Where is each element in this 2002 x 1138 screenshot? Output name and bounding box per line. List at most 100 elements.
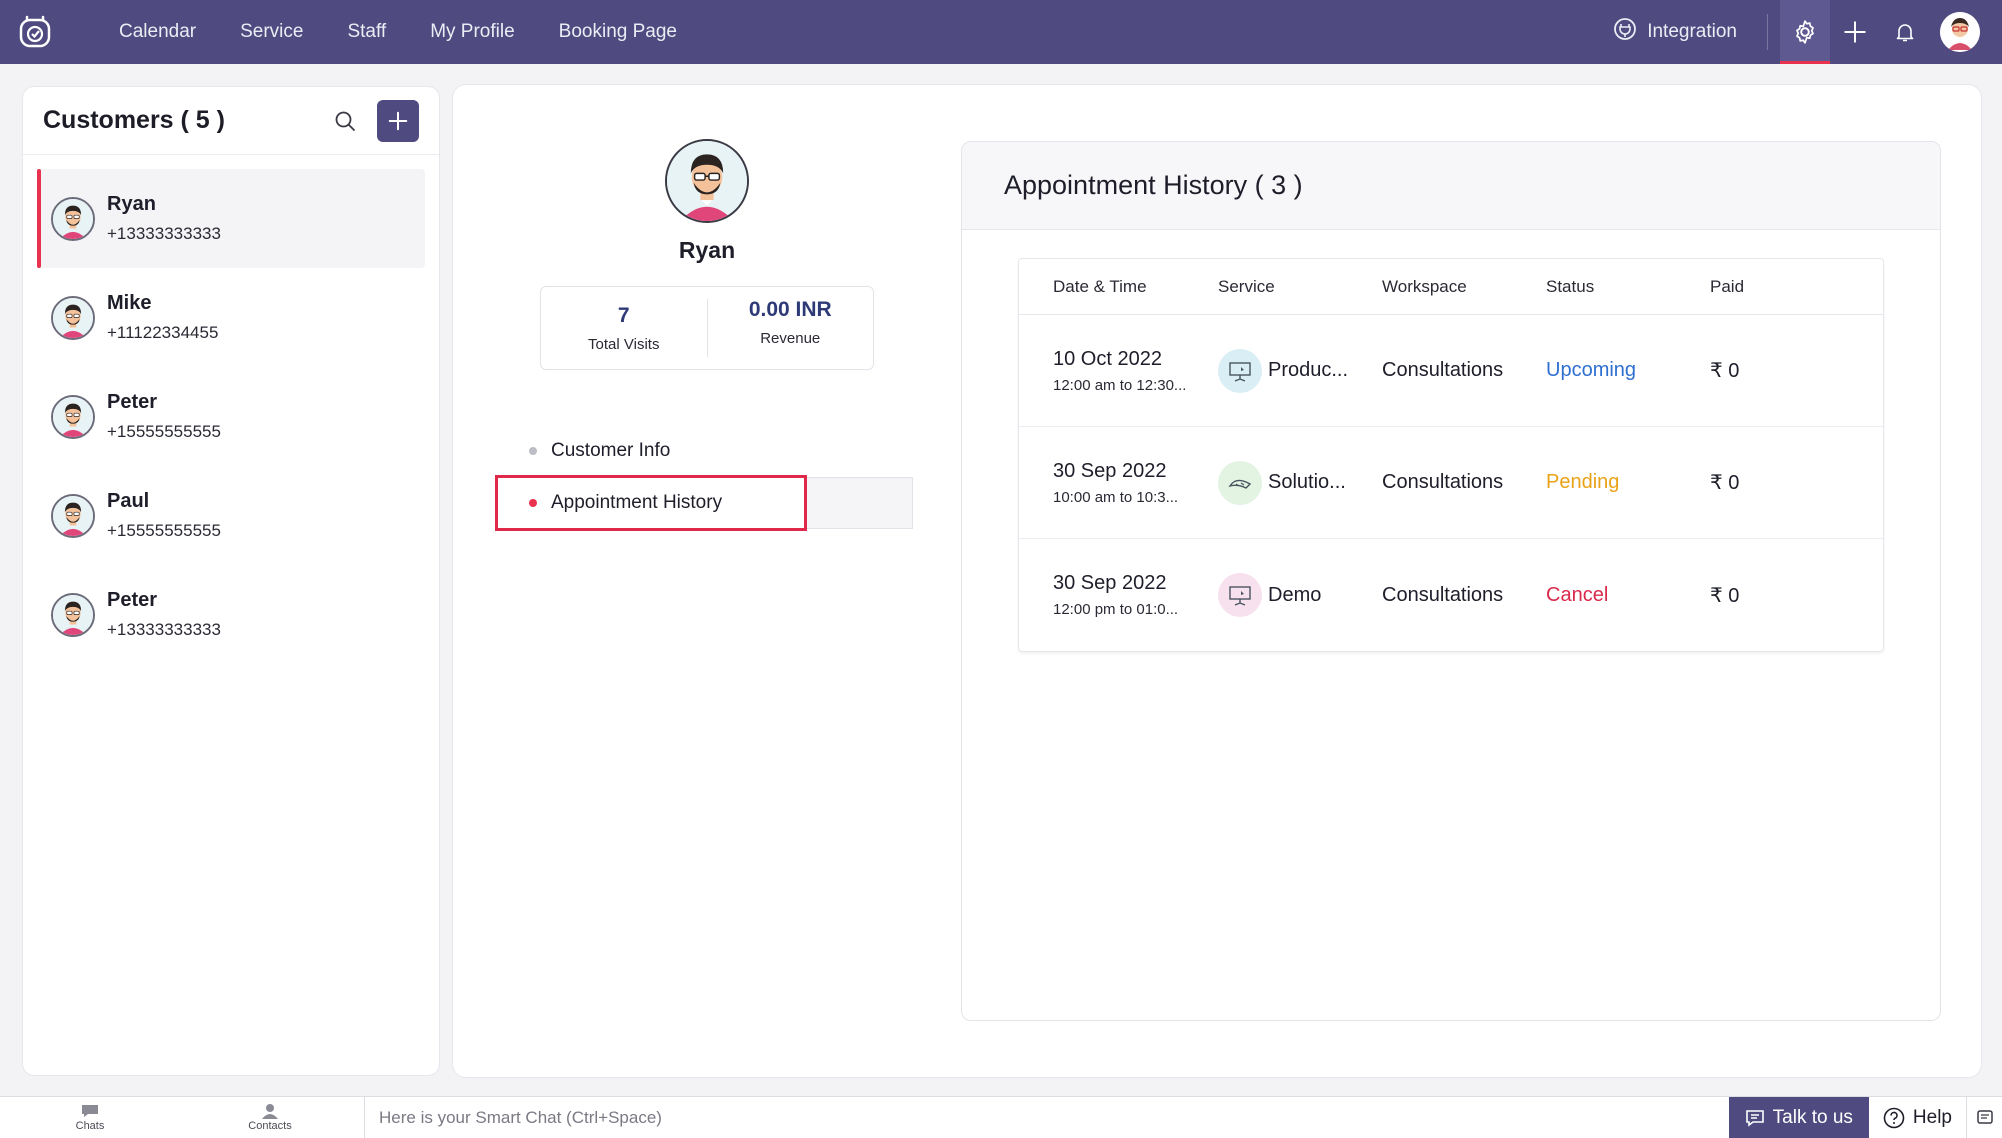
column-paid: Paid	[1710, 276, 1745, 296]
customer-item-phone: +13333333333	[107, 224, 221, 243]
customers-panel: Customers ( 5 ) Ryan +13333333333 Mike +111…	[22, 86, 440, 1076]
nav-my-profile[interactable]: My Profile	[408, 0, 536, 64]
cell-service: Demo	[1218, 573, 1382, 617]
service-presentation-icon	[1218, 348, 1262, 393]
help-button[interactable]: Help	[1869, 1097, 1966, 1138]
customer-item-phone: +15555555555	[107, 521, 221, 540]
table-row[interactable]: 10 Oct 2022 12:00 am to 12:30... Produc...…	[1019, 315, 1883, 427]
customer-avatar	[51, 394, 95, 439]
chats-tab[interactable]: Chats	[0, 1097, 180, 1138]
revenue-value: 0.00 INR	[748, 297, 832, 321]
app-logo-icon[interactable]	[15, 12, 55, 52]
appointment-time: 12:00 pm to 01:0...	[1053, 601, 1179, 618]
highlight-box	[495, 475, 807, 531]
column-date-time: Date & Time	[1053, 276, 1147, 296]
active-item-background	[805, 477, 913, 529]
topbar-actions: Integration	[1613, 0, 2002, 64]
cell-paid: ₹ 0	[1710, 472, 1740, 494]
column-workspace: Workspace	[1382, 276, 1467, 296]
customer-avatar	[51, 592, 95, 637]
customer-name: Ryan	[678, 237, 736, 263]
appointment-history-title: Appointment History ( 3 )	[1004, 170, 1303, 200]
user-avatar[interactable]	[1940, 12, 1980, 52]
column-status: Status	[1546, 276, 1595, 296]
total-visits-label: Total Visits	[588, 335, 660, 353]
customer-item-phone: +15555555555	[107, 422, 221, 441]
appointment-date: 30 Sep 2022	[1053, 572, 1167, 594]
customer-list-item[interactable]: Mike +11122334455	[37, 268, 425, 367]
status-badge: Cancel	[1546, 583, 1609, 606]
bell-icon	[1896, 24, 1914, 42]
contact-person-icon	[262, 1104, 278, 1119]
search-button[interactable]	[329, 105, 361, 137]
nav-staff[interactable]: Staff	[325, 0, 408, 64]
customer-item-phone: +11122334455	[107, 323, 219, 342]
status-badge: Pending	[1546, 471, 1620, 493]
service-presentation-icon	[1218, 460, 1262, 505]
contacts-label: Contacts	[248, 1120, 292, 1132]
nav-service[interactable]: Service	[218, 0, 325, 64]
appointment-time: 10:00 am to 10:3...	[1053, 488, 1179, 506]
revenue-label: Revenue	[760, 329, 821, 347]
talk-to-us-button[interactable]: Talk to us	[1728, 1096, 1869, 1138]
customer-item-name: Paul	[107, 490, 150, 512]
table-row[interactable]: 30 Sep 2022 12:00 pm to 01:0... Demo Consul…	[1019, 539, 1883, 651]
talk-to-us-label: Talk to us	[1772, 1106, 1853, 1128]
customer-stats: 7 Total Visits 0.00 INR Revenue	[540, 286, 874, 370]
appointment-table: Date & Time Service Workspace Status Pai…	[1018, 258, 1884, 652]
customer-text: Peter +15555555555	[107, 391, 221, 442]
customer-avatar	[51, 196, 95, 241]
bottom-bar: Chats Contacts Here is your Smart Chat (…	[0, 1096, 2002, 1138]
cell-paid: ₹ 0	[1710, 584, 1740, 607]
chats-label: Chats	[75, 1120, 105, 1132]
service-name: Demo	[1268, 583, 1322, 606]
customer-profile: Ryan 7 Total Visits 0.00 INR Revenue	[497, 139, 917, 370]
top-nav-bar: Calendar Service Staff My Profile Bookin…	[0, 0, 2002, 64]
notifications-button[interactable]	[1880, 0, 1930, 64]
settings-button[interactable]	[1780, 0, 1830, 64]
feedback-button[interactable]	[1966, 1096, 2002, 1138]
customer-item-name: Peter	[107, 391, 158, 413]
customer-list-item[interactable]: Peter +13333333333	[37, 565, 425, 664]
topbar-divider	[1767, 14, 1768, 50]
cell-paid: ₹ 0	[1710, 360, 1740, 382]
customer-item-name: Mike	[107, 292, 152, 314]
table-row[interactable]: 30 Sep 2022 10:00 am to 10:3... Solutio...…	[1019, 427, 1883, 539]
customers-title: Customers ( 5 )	[43, 106, 225, 134]
status-badge: Upcoming	[1546, 359, 1637, 381]
cell-date-time: 30 Sep 2022 10:00 am to 10:3...	[1019, 460, 1218, 506]
service-name: Produc...	[1268, 359, 1349, 381]
nav-calendar[interactable]: Calendar	[97, 0, 218, 64]
integration-label: Integration	[1647, 21, 1737, 42]
column-service: Service	[1218, 276, 1275, 296]
customer-text: Paul +15555555555	[107, 490, 221, 541]
appointment-date: 10 Oct 2022	[1053, 347, 1162, 370]
contacts-tab[interactable]: Contacts	[180, 1097, 360, 1138]
cell-date-time: 30 Sep 2022 12:00 pm to 01:0...	[1019, 572, 1218, 618]
appointment-date: 30 Sep 2022	[1053, 459, 1167, 482]
service-name: Solutio...	[1268, 471, 1346, 493]
add-customer-button[interactable]	[377, 99, 419, 142]
customer-item-name: Peter	[107, 589, 158, 611]
customer-text: Ryan +13333333333	[107, 193, 221, 244]
search-icon	[335, 111, 355, 131]
total-visits-stat: 7 Total Visits	[541, 287, 707, 369]
customer-list-item[interactable]: Paul +15555555555	[37, 466, 425, 565]
nav-appointment-history[interactable]: Appointment History	[495, 475, 915, 531]
nav-booking-page[interactable]: Booking Page	[537, 0, 699, 64]
chat-bubble-icon	[82, 1105, 98, 1117]
customer-text: Peter +13333333333	[107, 589, 221, 640]
main-nav: Calendar Service Staff My Profile Bookin…	[97, 0, 699, 64]
profile-section-nav: Customer Info Appointment History	[495, 425, 915, 531]
customer-list-item[interactable]: Peter +15555555555	[37, 367, 425, 466]
cell-workspace: Consultations	[1382, 359, 1504, 381]
integration-button[interactable]: Integration	[1613, 17, 1767, 47]
total-visits-value: 7	[617, 303, 630, 327]
nav-customer-info[interactable]: Customer Info	[495, 425, 915, 477]
revenue-stat: 0.00 INR Revenue	[706, 297, 874, 357]
smart-chat-input[interactable]: Here is your Smart Chat (Ctrl+Space)	[364, 1096, 1729, 1138]
gear-icon	[1796, 20, 1814, 44]
customer-list-item[interactable]: Ryan +13333333333	[37, 169, 425, 268]
customer-list: Ryan +13333333333 Mike +11122334455 Peter +15…	[23, 155, 439, 664]
add-button[interactable]	[1830, 0, 1880, 64]
